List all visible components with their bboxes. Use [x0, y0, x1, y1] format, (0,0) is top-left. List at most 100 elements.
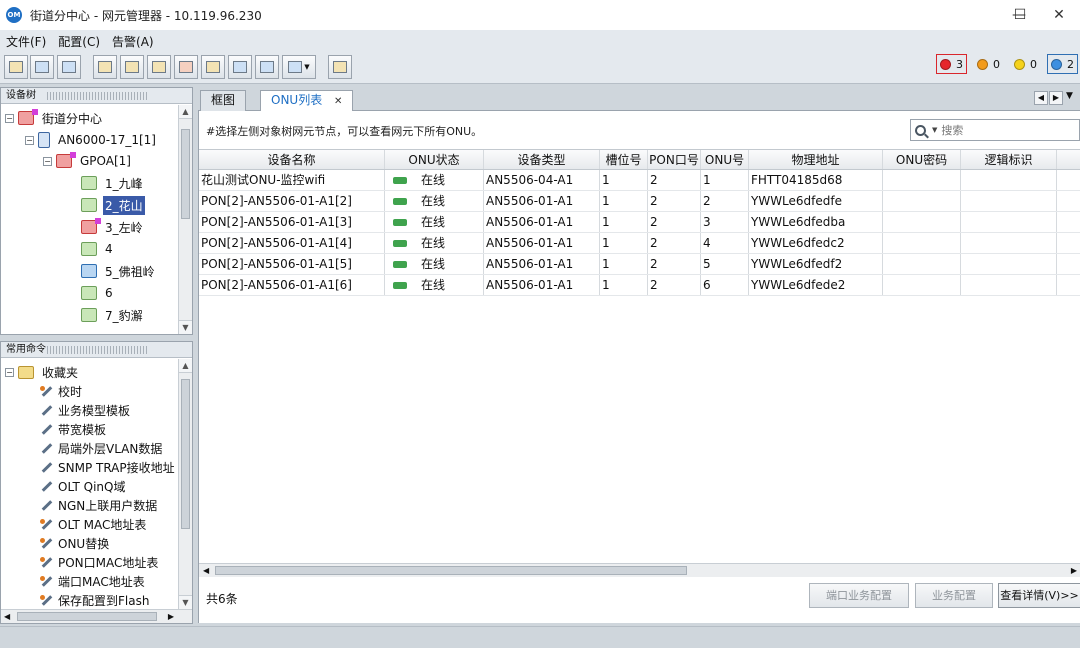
commands-scrollbar[interactable]: ▲ ▼	[178, 359, 192, 609]
column-header-mac[interactable]: 物理地址	[749, 150, 883, 169]
table-hscrollbar[interactable]: ◀ ▶	[199, 563, 1080, 577]
collapse-icon[interactable]: −	[5, 367, 14, 377]
command-item[interactable]: 带宽模板	[39, 419, 106, 439]
command-item[interactable]: 业务模型模板	[39, 400, 130, 420]
toolbar-button-6[interactable]	[147, 55, 171, 79]
menu-file[interactable]: 文件(F)	[6, 33, 46, 50]
service-config-button[interactable]: 业务配置	[915, 583, 993, 608]
scroll-up-icon[interactable]: ▲	[179, 105, 192, 119]
column-header-slot[interactable]: 槽位号	[600, 150, 648, 169]
tool-icon	[39, 593, 53, 607]
favorites-folder[interactable]: − 收藏夹	[5, 362, 80, 382]
tab-onu-list[interactable]: ONU列表 ✕	[260, 90, 354, 112]
status-text: 在线	[421, 173, 446, 187]
panel-grip[interactable]	[47, 92, 148, 100]
command-item[interactable]: 校时	[39, 381, 82, 401]
command-item[interactable]: ONU替换	[39, 533, 109, 553]
column-header-logic-id[interactable]: 逻辑标识	[961, 150, 1057, 169]
toolbar-button-4[interactable]	[93, 55, 117, 79]
table-row[interactable]: 花山测试ONU-监控wifi 在线 AN5506-04-A1 1 2 1 FHT…	[199, 170, 1080, 191]
cell-onu: 4	[701, 233, 749, 253]
toolbar-button-11[interactable]: ▼	[282, 55, 316, 79]
alarm-critical[interactable]: 3	[936, 54, 967, 74]
column-header-password[interactable]: ONU密码	[883, 150, 961, 169]
search-dropdown-icon[interactable]: ▼	[932, 126, 937, 134]
toolbar-button-9[interactable]	[228, 55, 252, 79]
column-header-onu[interactable]: ONU号	[701, 150, 749, 169]
column-header-name[interactable]: 设备名称	[199, 150, 385, 169]
scroll-right-icon[interactable]: ▶	[168, 610, 174, 623]
scroll-right-icon[interactable]: ▶	[1071, 564, 1077, 577]
port-service-config-button[interactable]: 端口业务配置	[809, 583, 909, 608]
toolbar-button-1[interactable]	[4, 55, 28, 79]
toolbar-button-3[interactable]	[57, 55, 81, 79]
command-item[interactable]: OLT MAC地址表	[39, 514, 146, 534]
tab-scroll-right-icon[interactable]: ▶	[1049, 91, 1063, 105]
scroll-thumb[interactable]	[181, 129, 190, 219]
column-header-pon[interactable]: PON口号	[648, 150, 701, 169]
toolbar-button-7[interactable]	[174, 55, 198, 79]
tab-scroll-left-icon[interactable]: ◀	[1034, 91, 1048, 105]
tree-node-pon-5[interactable]: 5_佛祖岭	[81, 261, 157, 281]
scroll-thumb[interactable]	[17, 612, 157, 621]
tree-node-pon-6[interactable]: 6	[81, 283, 115, 303]
search-input[interactable]: 搜索	[941, 122, 963, 138]
scroll-down-icon[interactable]: ▼	[179, 320, 192, 334]
scroll-left-icon[interactable]: ◀	[203, 564, 209, 577]
collapse-icon[interactable]: −	[43, 156, 52, 166]
command-item[interactable]: SNMP TRAP接收地址	[39, 457, 175, 477]
table-row[interactable]: PON[2]-AN5506-01-A1[3] 在线 AN5506-01-A1 1…	[199, 212, 1080, 233]
command-item[interactable]: 保存配置到Flash	[39, 590, 149, 610]
toolbar-button-12[interactable]	[328, 55, 352, 79]
folder-icon	[18, 365, 34, 379]
command-item[interactable]: 端口MAC地址表	[39, 571, 145, 591]
cell-name: PON[2]-AN5506-01-A1[4]	[199, 233, 385, 253]
maximize-button[interactable]: ☐	[1000, 0, 1040, 30]
device-tree-scrollbar[interactable]: ▲ ▼	[178, 105, 192, 334]
toolbar-button-10[interactable]	[255, 55, 279, 79]
tree-node-pon-3[interactable]: 3_左岭	[81, 217, 145, 237]
toolbar-button-8[interactable]	[201, 55, 225, 79]
tree-node-pon-4[interactable]: 4	[81, 239, 115, 259]
tree-node-pon-7[interactable]: 7_豹澥	[81, 305, 145, 325]
table-row[interactable]: PON[2]-AN5506-01-A1[5] 在线 AN5506-01-A1 1…	[199, 254, 1080, 275]
command-item[interactable]: PON口MAC地址表	[39, 552, 158, 572]
view-details-button[interactable]: 查看详情(V)>>	[998, 583, 1080, 608]
alarm-minor[interactable]: 0	[1010, 54, 1041, 74]
command-item[interactable]: OLT QinQ域	[39, 476, 125, 496]
collapse-icon[interactable]: −	[25, 135, 34, 145]
scroll-down-icon[interactable]: ▼	[179, 595, 192, 609]
panel-grip[interactable]	[47, 346, 148, 354]
command-item[interactable]: NGN上联用户数据	[39, 495, 157, 515]
collapse-icon[interactable]: −	[5, 113, 14, 123]
column-header-type[interactable]: 设备类型	[484, 150, 600, 169]
tab-list-dropdown-icon[interactable]: ▼	[1066, 91, 1073, 101]
tree-node-pon-2[interactable]: 2_花山	[81, 195, 145, 215]
tree-node-board[interactable]: − GPOA[1]	[43, 151, 133, 171]
commands-hscrollbar[interactable]: ◀ ▶	[1, 609, 192, 623]
scroll-left-icon[interactable]: ◀	[4, 610, 10, 623]
search-box[interactable]: ▼ 搜索	[910, 119, 1080, 141]
cell-pon: 2	[648, 275, 701, 295]
alarm-major[interactable]: 0	[973, 54, 1004, 74]
toolbar-button-2[interactable]	[30, 55, 54, 79]
menu-bar: 文件(F) 配置(C) 告警(A)	[0, 30, 1080, 52]
scroll-thumb[interactable]	[181, 379, 190, 529]
alarm-warning[interactable]: 2	[1047, 54, 1078, 74]
close-tab-icon[interactable]: ✕	[334, 96, 342, 107]
table-row[interactable]: PON[2]-AN5506-01-A1[6] 在线 AN5506-01-A1 1…	[199, 275, 1080, 296]
table-row[interactable]: PON[2]-AN5506-01-A1[2] 在线 AN5506-01-A1 1…	[199, 191, 1080, 212]
scroll-thumb[interactable]	[215, 566, 687, 575]
scroll-up-icon[interactable]: ▲	[179, 359, 192, 373]
tree-node-olt[interactable]: − AN6000-17_1[1]	[25, 130, 158, 150]
column-header-status[interactable]: ONU状态	[385, 150, 484, 169]
tab-frame[interactable]: 框图	[200, 90, 247, 111]
close-button[interactable]: ✕	[1038, 0, 1080, 30]
tree-node-pon-1[interactable]: 1_九峰	[81, 173, 145, 193]
tree-node-center[interactable]: − 街道分中心	[5, 108, 104, 128]
menu-config[interactable]: 配置(C)	[58, 33, 100, 50]
toolbar-button-5[interactable]	[120, 55, 144, 79]
menu-alarm[interactable]: 告警(A)	[112, 33, 154, 50]
table-row[interactable]: PON[2]-AN5506-01-A1[4] 在线 AN5506-01-A1 1…	[199, 233, 1080, 254]
command-item[interactable]: 局端外层VLAN数据	[39, 438, 162, 458]
